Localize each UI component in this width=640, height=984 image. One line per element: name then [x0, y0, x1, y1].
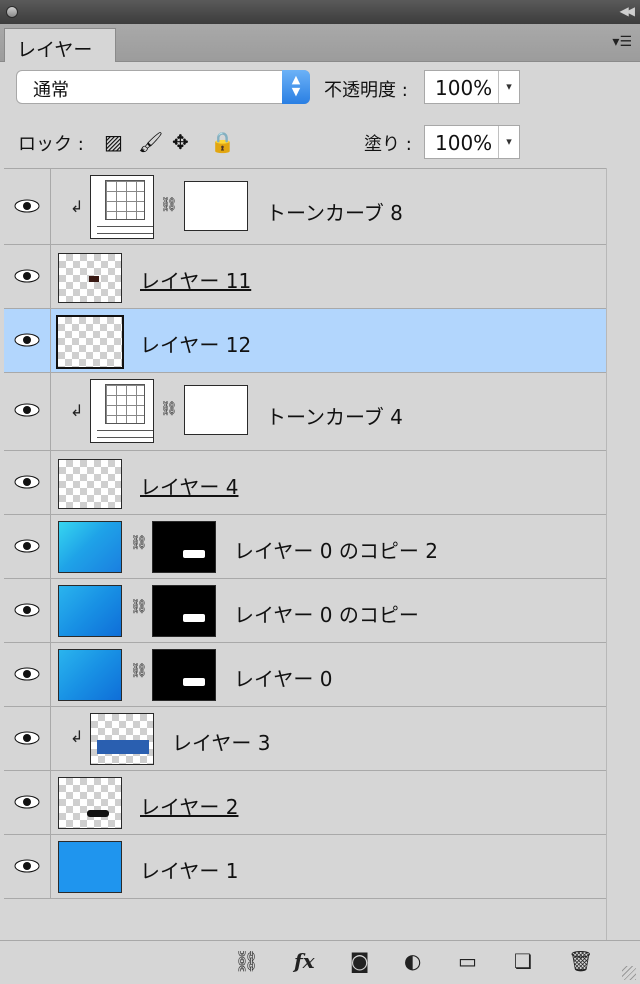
layer-thumbnail[interactable] — [58, 649, 122, 701]
layer-mask-thumbnail[interactable] — [184, 181, 248, 231]
add-mask-icon[interactable]: ◙ — [350, 949, 369, 973]
curves-adjustment-icon[interactable] — [90, 379, 154, 443]
layer-name[interactable]: トーンカーブ 4 — [266, 401, 403, 430]
opacity-field[interactable]: 100% ▾ — [424, 70, 520, 104]
layer-mask-thumbnail[interactable] — [152, 521, 216, 573]
lock-all-icon[interactable]: 🔒 — [210, 130, 235, 154]
layer-row[interactable]: レイヤー 12 — [4, 309, 606, 373]
fill-value: 100% — [435, 131, 493, 155]
chevron-down-icon[interactable]: ▾ — [498, 71, 519, 103]
shape-icon — [89, 276, 99, 282]
link-icon[interactable]: ⛓ — [130, 663, 148, 679]
layer-name[interactable]: レイヤー 0 — [234, 663, 332, 692]
trash-icon[interactable]: 🗑 — [568, 949, 593, 973]
lock-position-icon[interactable]: ✥ — [172, 130, 189, 154]
layer-name[interactable]: トーンカーブ 8 — [266, 197, 403, 226]
eye-icon[interactable] — [10, 323, 46, 359]
eye-icon[interactable] — [10, 849, 46, 885]
link-icon[interactable]: ⛓ — [160, 401, 178, 417]
clip-arrow-icon: ↲ — [70, 401, 84, 420]
layer-mask-thumbnail[interactable] — [184, 385, 248, 435]
layer-thumbnail[interactable] — [56, 315, 124, 369]
blend-mode-value: 通常 — [33, 80, 69, 101]
layer-list: ↲ ⛓ トーンカーブ 8 レイヤー 11 レイヤー 12 ↲ ⛓ トーンカーブ … — [4, 168, 606, 941]
eye-icon[interactable] — [10, 465, 46, 501]
eye-icon[interactable] — [10, 785, 46, 821]
tab-bar: レイヤー ▾☰ — [0, 24, 640, 62]
eye-icon[interactable] — [10, 657, 46, 693]
clip-arrow-icon: ↲ — [70, 727, 84, 746]
panel-menu-icon[interactable]: ▾☰ — [612, 34, 632, 50]
lock-paint-icon[interactable]: 🖌 — [138, 130, 163, 154]
layer-thumbnail[interactable] — [58, 253, 122, 303]
layer-row[interactable]: ↲ レイヤー 3 — [4, 707, 606, 771]
link-icon[interactable]: ⛓ — [160, 197, 178, 213]
fill-label: 塗り : — [364, 134, 412, 155]
eye-icon[interactable] — [10, 393, 46, 429]
link-icon[interactable]: ⛓ — [130, 599, 148, 615]
layer-row[interactable]: レイヤー 11 — [4, 245, 606, 309]
layer-thumbnail[interactable] — [58, 841, 122, 893]
resize-grip-icon[interactable] — [622, 966, 636, 980]
layer-thumbnail[interactable] — [58, 777, 122, 829]
chevron-down-icon[interactable]: ▾ — [498, 126, 519, 158]
layer-name[interactable]: レイヤー 3 — [172, 727, 270, 756]
eye-icon[interactable] — [10, 529, 46, 565]
eye-icon[interactable] — [10, 259, 46, 295]
layer-name[interactable]: レイヤー 12 — [140, 329, 251, 358]
eye-icon[interactable] — [10, 593, 46, 629]
close-icon[interactable] — [6, 6, 18, 18]
window-titlebar: ◀◀ — [0, 0, 640, 24]
eye-icon[interactable] — [10, 721, 46, 757]
layer-thumbnail[interactable] — [58, 459, 122, 509]
layer-row[interactable]: ↲ ⛓ トーンカーブ 8 — [4, 169, 606, 245]
layers-panel: ◀◀ レイヤー ▾☰ 通常 ▲ ▼ 不透明度 : 100% ▾ ロック : ▨ 🖌… — [0, 0, 640, 984]
layer-name[interactable]: レイヤー 0 のコピー 2 — [234, 535, 438, 564]
link-icon[interactable]: ⛓ — [130, 535, 148, 551]
blend-mode-select[interactable]: 通常 ▲ ▼ — [16, 70, 310, 104]
layer-row[interactable]: レイヤー 1 — [4, 835, 606, 899]
link-layers-icon[interactable]: ⛓ — [234, 949, 259, 973]
layer-row[interactable]: ⛓ レイヤー 0 のコピー — [4, 579, 606, 643]
fx-icon[interactable]: fx — [294, 949, 315, 973]
eye-icon[interactable] — [10, 189, 46, 225]
layer-row[interactable]: ⛓ レイヤー 0 — [4, 643, 606, 707]
clip-arrow-icon: ↲ — [70, 197, 84, 216]
panel-bottom-toolbar: ⛓ fx ◙ ◐ ▭ ❏ 🗑 — [0, 940, 640, 984]
layer-thumbnail[interactable] — [90, 713, 154, 765]
scrollbar[interactable] — [606, 168, 640, 940]
layer-row[interactable]: ⛓ レイヤー 0 のコピー 2 — [4, 515, 606, 579]
layer-name[interactable]: レイヤー 1 — [140, 855, 238, 884]
layer-row[interactable]: レイヤー 2 — [4, 771, 606, 835]
folder-icon[interactable]: ▭ — [458, 949, 477, 973]
lock-label: ロック : — [18, 134, 84, 155]
tab-label: レイヤー — [17, 39, 93, 61]
opacity-label: 不透明度 : — [324, 80, 408, 101]
layer-name[interactable]: レイヤー 0 のコピー — [234, 599, 419, 628]
collapse-icon[interactable]: ◀◀ — [620, 4, 636, 18]
layer-thumbnail[interactable] — [58, 585, 122, 637]
layer-thumbnail[interactable] — [58, 521, 122, 573]
new-layer-icon[interactable]: ❏ — [514, 949, 532, 973]
stepper-arrows-icon: ▲ ▼ — [282, 70, 310, 104]
layer-name[interactable]: レイヤー 2 — [140, 791, 238, 820]
layer-name[interactable]: レイヤー 4 — [140, 471, 238, 500]
lock-transparent-icon[interactable]: ▨ — [104, 130, 123, 154]
tab-layers[interactable]: レイヤー — [4, 28, 116, 62]
layer-name[interactable]: レイヤー 11 — [140, 265, 251, 294]
layer-row[interactable]: レイヤー 4 — [4, 451, 606, 515]
opacity-value: 100% — [435, 76, 493, 100]
layer-row[interactable]: ↲ ⛓ トーンカーブ 4 — [4, 373, 606, 451]
fill-field[interactable]: 100% ▾ — [424, 125, 520, 159]
layer-mask-thumbnail[interactable] — [152, 649, 216, 701]
adjustment-layer-icon[interactable]: ◐ — [404, 949, 421, 973]
curves-adjustment-icon[interactable] — [90, 175, 154, 239]
layer-mask-thumbnail[interactable] — [152, 585, 216, 637]
